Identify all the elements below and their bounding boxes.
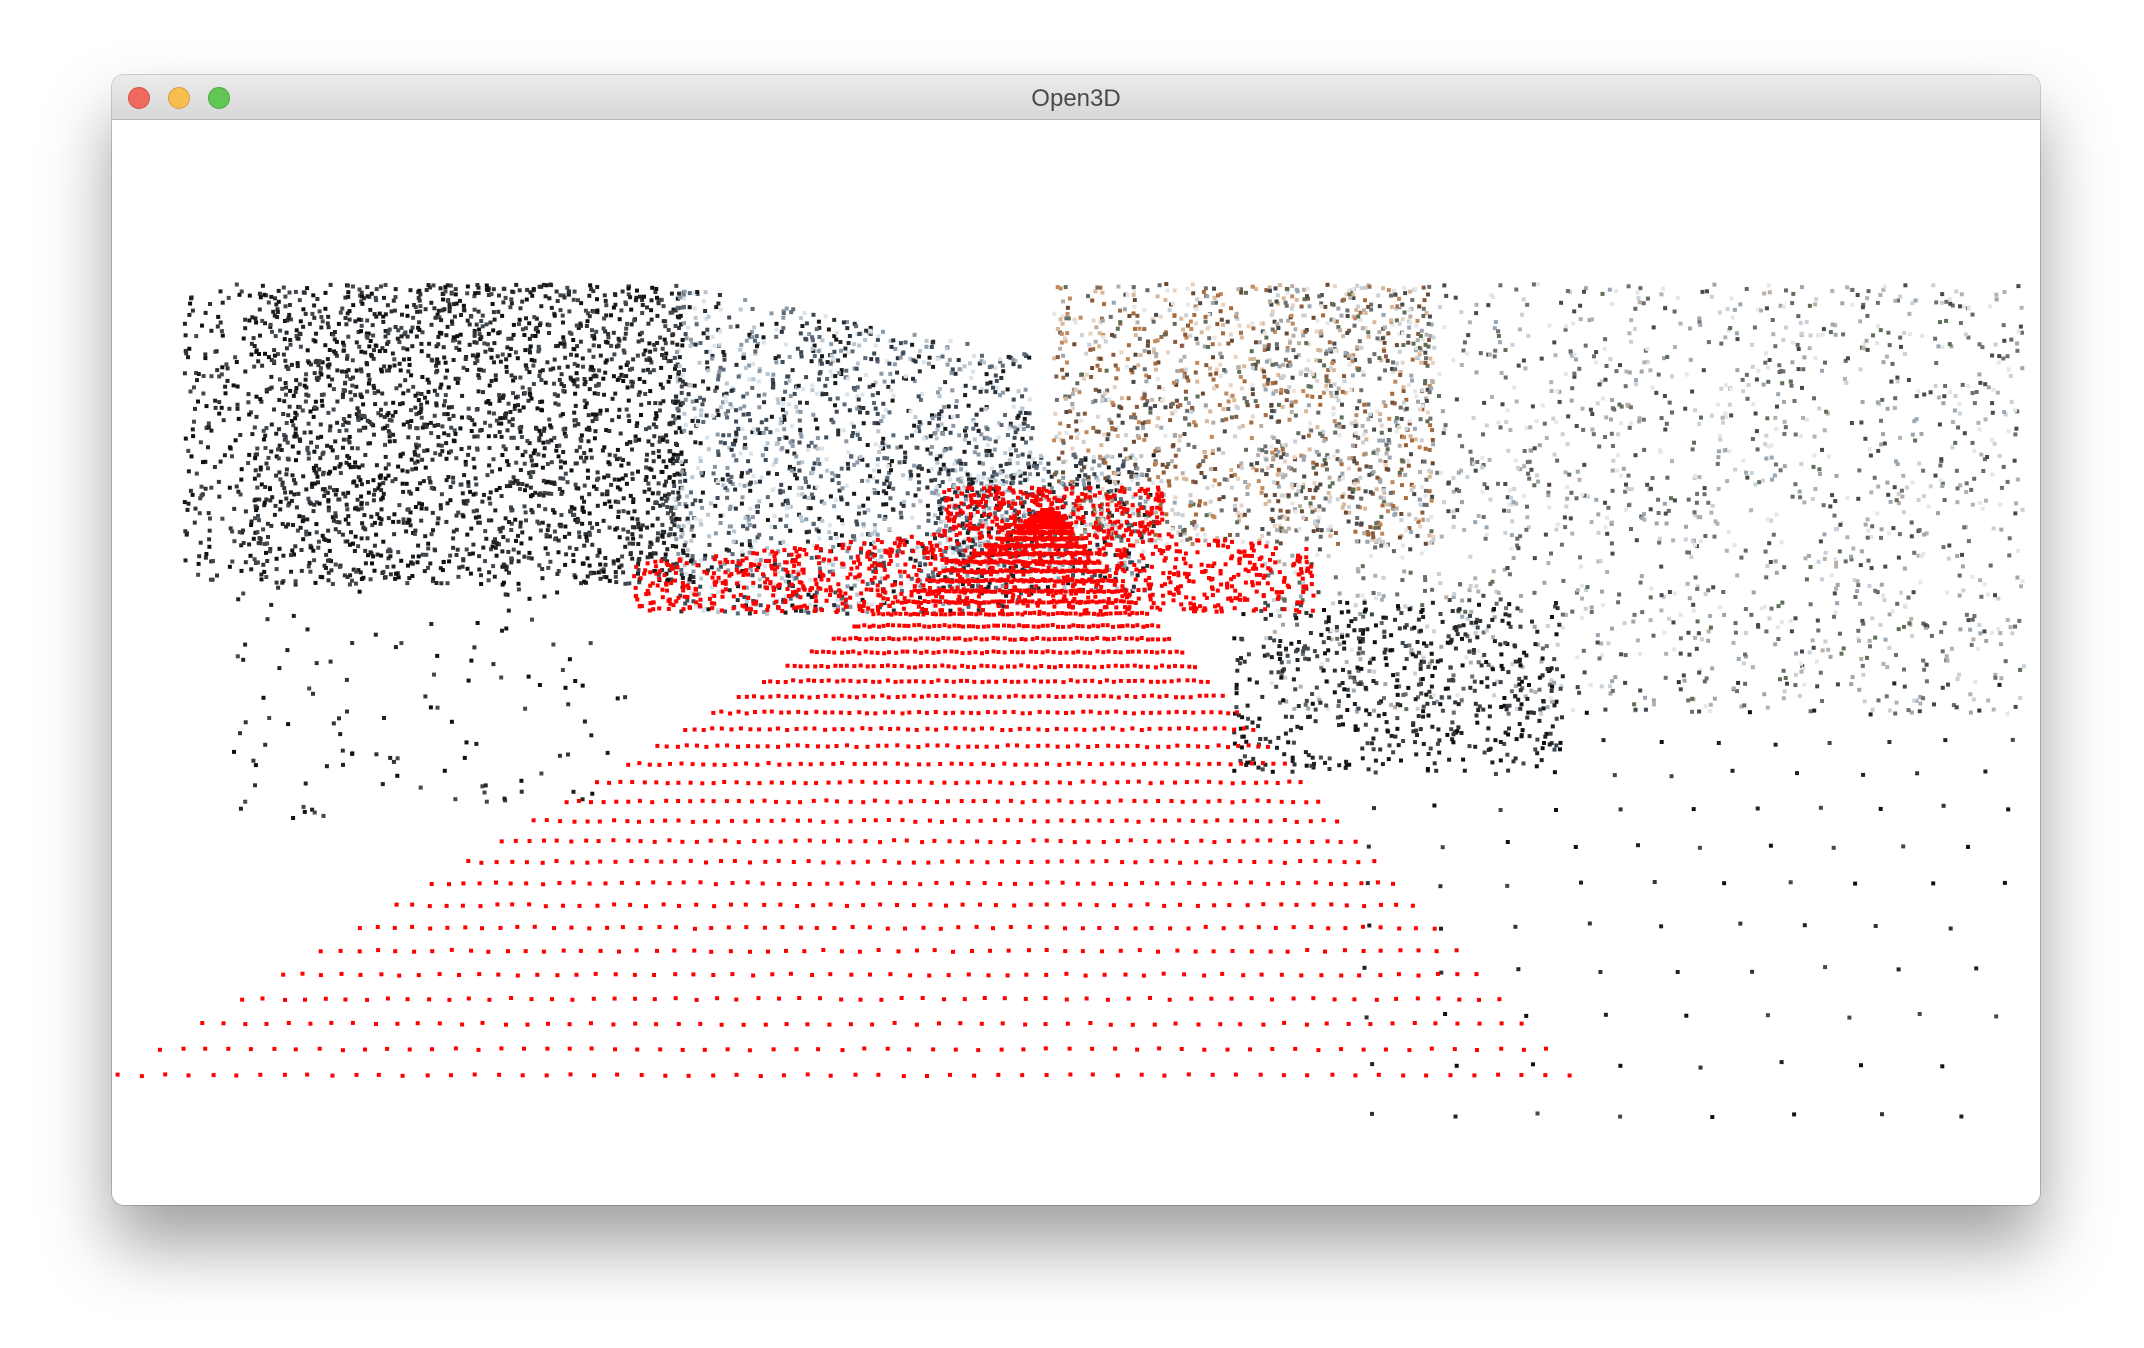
point-cloud-viewport[interactable] (112, 120, 2040, 1205)
window-title: Open3D (1031, 85, 1121, 112)
title-bar[interactable]: Open3D (112, 75, 2040, 120)
point-cloud-canvas[interactable] (112, 120, 2040, 1205)
open3d-window: Open3D (112, 75, 2040, 1205)
